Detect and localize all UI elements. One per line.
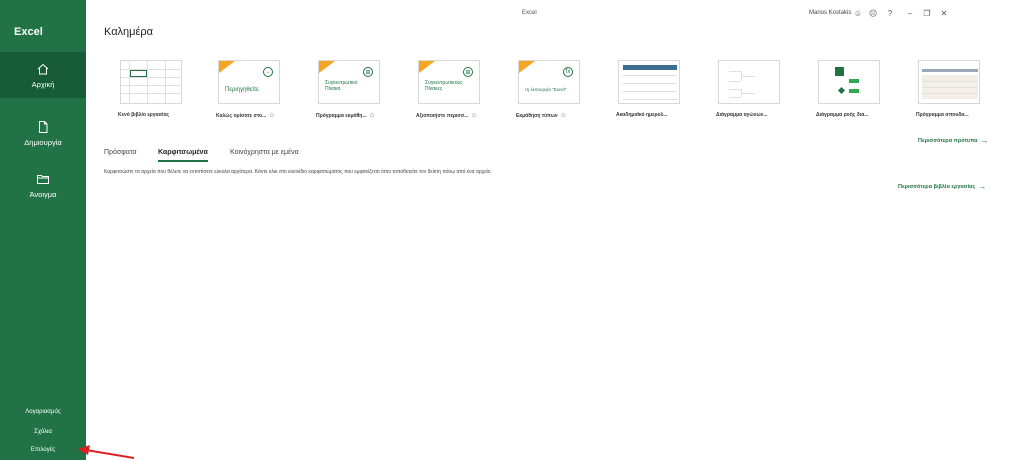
arrow-right-icon: →	[980, 136, 989, 145]
more-workbooks-link[interactable]: Περισσότερα βιβλία εργασίας →	[898, 182, 986, 191]
template-welcome-tour[interactable]: → Περιηγηθείτε Καλώς ορίσατε στο... ✩	[216, 60, 300, 119]
template-label: Διάγραμμα ροής δια...	[816, 112, 869, 118]
folder-icon	[37, 174, 49, 184]
user-name[interactable]: Marios Kostakis	[809, 10, 851, 16]
sidebar-item-feedback[interactable]: Σχόλια	[0, 429, 86, 435]
app-name: Excel	[14, 26, 43, 38]
formula-icon: fx	[563, 67, 573, 77]
template-label: Πρόγραμμα εκμάθη... ✩	[316, 113, 375, 119]
tab-pinned[interactable]: Καρφιτσωμένα	[158, 149, 208, 162]
sidebar-item-label: Άνοιγμα	[29, 189, 57, 199]
template-thumbnail	[120, 60, 182, 104]
sidebar-item-label: Δημιουργία	[24, 137, 62, 147]
excel-start-screen: Excel Αρχική Δημιουργία Άνοιγμα Λογαριασ…	[0, 0, 1023, 460]
template-label: Αξιοποιήστε περισσ... ✩	[416, 113, 477, 119]
template-thumbnail: fx τη λειτουργία "Excel"	[518, 60, 580, 104]
pivot-icon: ⊞	[363, 67, 373, 77]
template-thumbnail	[818, 60, 880, 104]
title-bar: Excel Marios Kostakis ☺ ☹ ? – ❐ ✕	[86, 0, 1023, 28]
template-label: Ακαδημαϊκό ημερολ...	[616, 112, 668, 118]
close-icon[interactable]: ✕	[938, 7, 950, 19]
pin-icon[interactable]: ✩	[370, 113, 375, 119]
template-label: Καλώς ορίσατε στο... ✩	[216, 113, 275, 119]
template-blank-workbook[interactable]: Κενό βιβλίο εργασίας	[118, 60, 202, 118]
arrow-right-icon: →	[978, 182, 987, 191]
template-thumbnail: → Περιηγηθείτε	[218, 60, 280, 104]
help-icon[interactable]: ?	[884, 7, 896, 19]
page-title: Καλημέρα	[104, 26, 154, 38]
smiley-icon[interactable]: ☺	[852, 7, 864, 19]
pin-icon[interactable]: ✩	[269, 113, 274, 119]
annotation-arrow-icon	[78, 445, 135, 459]
pinned-help-text: Καρφιτσώστε τα αρχεία που θέλετε να εντο…	[104, 169, 492, 175]
sidebar: Excel Αρχική Δημιουργία Άνοιγμα Λογαριασ…	[0, 0, 86, 460]
pin-icon[interactable]: ✩	[471, 113, 476, 119]
template-formulas-tutorial[interactable]: fx τη λειτουργία "Excel" Εκμάθηση τύπων ✩	[516, 60, 600, 119]
sidebar-item-options[interactable]: Επιλογές	[0, 447, 86, 453]
restore-icon[interactable]: ❐	[921, 7, 933, 19]
sidebar-item-home[interactable]: Αρχική	[0, 52, 86, 98]
template-study-schedule[interactable]: Πρόγραμμα σπουδα...	[916, 60, 1000, 118]
more-templates-link[interactable]: Περισσότερα πρότυπα →	[918, 136, 989, 145]
template-thumbnail	[618, 60, 680, 104]
template-thumbnail: ⊞ Συγκεντρωτικούς Πίνακες	[418, 60, 480, 104]
new-file-icon	[39, 120, 48, 133]
template-thumbnail: ⊞ Συγκεντρωτικό Πίνακα	[318, 60, 380, 104]
template-label: Πρόγραμμα σπουδα...	[916, 112, 969, 118]
pin-icon[interactable]: ✩	[561, 113, 566, 119]
sidebar-item-new[interactable]: Δημιουργία	[0, 110, 86, 156]
template-label: Εκμάθηση τύπων ✩	[516, 113, 566, 119]
sidebar-item-account[interactable]: Λογαριασμός	[0, 409, 86, 415]
minimize-icon[interactable]: –	[904, 7, 916, 19]
window-title: Excel	[522, 10, 537, 16]
home-icon	[37, 63, 49, 74]
template-pivottable-tutorial[interactable]: ⊞ Συγκεντρωτικό Πίνακα Πρόγραμμα εκμάθη.…	[316, 60, 400, 119]
frown-icon[interactable]: ☹	[867, 7, 879, 19]
sidebar-item-label: Αρχική	[31, 79, 55, 89]
template-academic-calendar[interactable]: Ακαδημαϊκό ημερολ...	[616, 60, 700, 118]
arrow-right-icon: →	[263, 67, 273, 77]
pivot-icon: ⊞	[463, 67, 473, 77]
template-thumbnail	[718, 60, 780, 104]
template-thumbnail	[918, 60, 980, 104]
template-tournament-bracket[interactable]: Διάγραμμα αγώνων...	[716, 60, 800, 118]
template-pivottables-more[interactable]: ⊞ Συγκεντρωτικούς Πίνακες Αξιοποιήστε πε…	[416, 60, 500, 119]
tab-recent[interactable]: Πρόσφατα	[104, 149, 137, 156]
template-label: Διάγραμμα αγώνων...	[716, 112, 768, 118]
tab-shared[interactable]: Κοινόχρηστα με εμένα	[230, 149, 299, 156]
template-process-flowchart[interactable]: Διάγραμμα ροής δια...	[816, 60, 900, 118]
sidebar-item-open[interactable]: Άνοιγμα	[0, 162, 86, 208]
template-label: Κενό βιβλίο εργασίας	[118, 112, 170, 118]
